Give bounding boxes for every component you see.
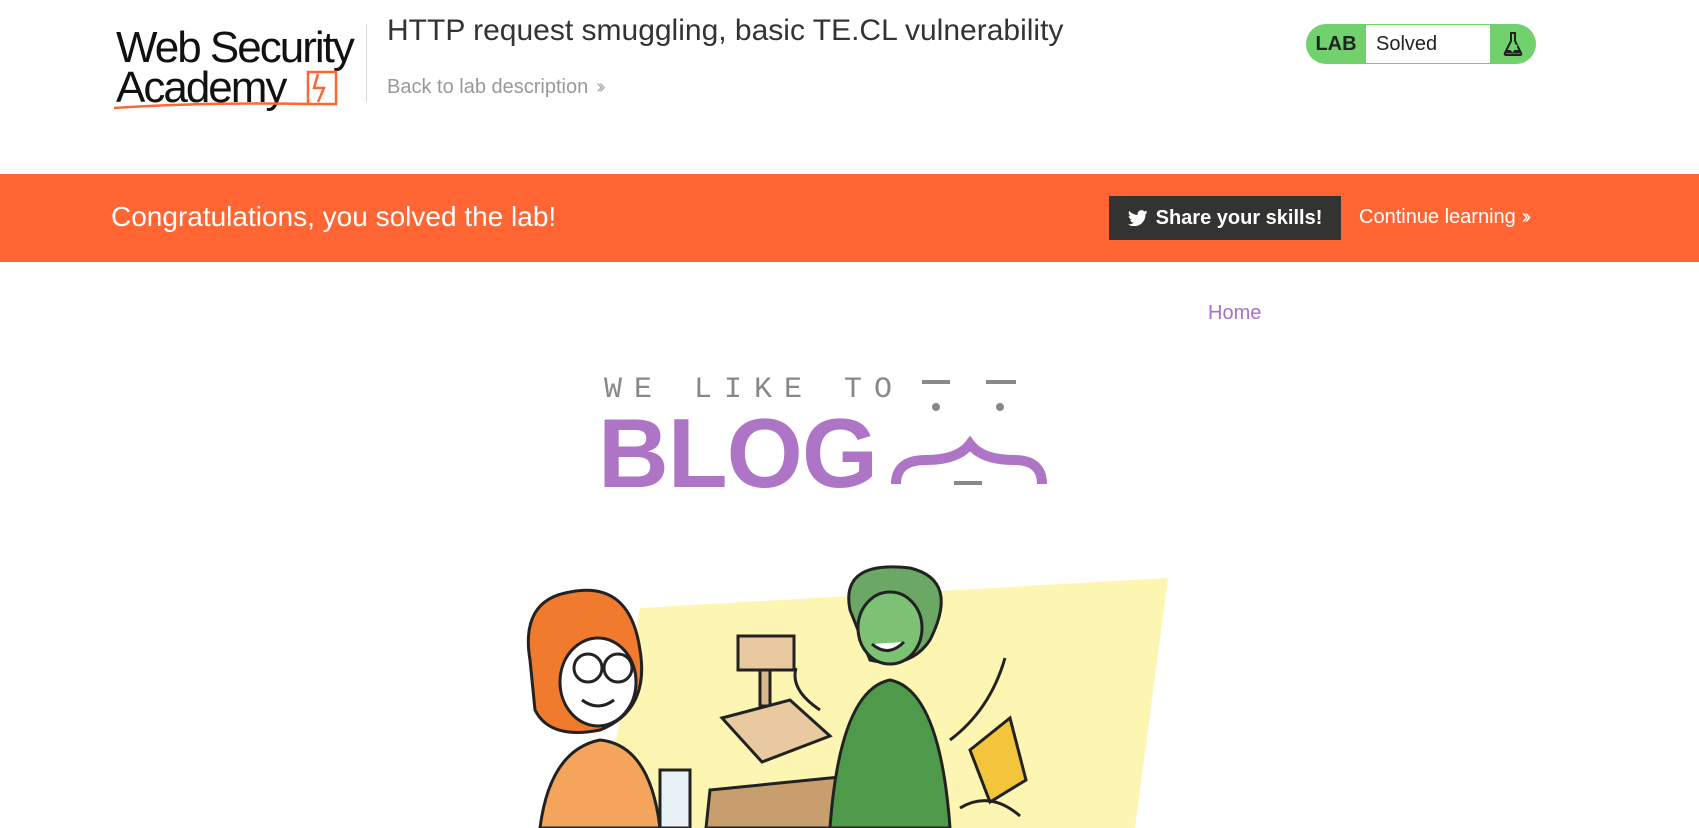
- share-skills-button[interactable]: Share your skills!: [1109, 196, 1341, 240]
- header-divider: [366, 24, 367, 102]
- blog-hero-illustration: [526, 565, 1168, 828]
- continue-learning-link[interactable]: Continue learning ››: [1359, 206, 1532, 229]
- congratulations-message: Congratulations, you solved the lab!: [111, 201, 557, 232]
- back-link-label: Back to lab description: [387, 76, 589, 98]
- solved-banner: Congratulations, you solved the lab! Sha…: [0, 174, 1699, 262]
- nav-home-link[interactable]: Home: [1208, 302, 1261, 325]
- blog-wordmark: BLOG: [598, 398, 878, 508]
- double-chevron-right-icon: ››: [1521, 206, 1532, 228]
- web-security-academy-logo[interactable]: Web Security Academy: [112, 22, 362, 114]
- lab-status-widget: LAB Solved: [1306, 24, 1536, 64]
- flask-icon: [1490, 24, 1536, 64]
- double-chevron-right-icon: ››: [596, 76, 606, 98]
- twitter-icon: [1127, 209, 1148, 226]
- continue-learning-label: Continue learning: [1359, 206, 1516, 228]
- lab-status-value: Solved: [1366, 25, 1490, 63]
- lab-header: Web Security Academy HTTP request smuggl…: [0, 0, 1699, 174]
- blog-face-logo-icon: [891, 380, 1047, 485]
- back-to-description-link[interactable]: Back to lab description ››: [387, 76, 606, 99]
- logo-mark-icon: [113, 70, 338, 110]
- lab-badge: LAB: [1315, 32, 1357, 55]
- share-button-label: Share your skills!: [1155, 206, 1323, 229]
- lab-title: HTTP request smuggling, basic TE.CL vuln…: [387, 14, 1064, 47]
